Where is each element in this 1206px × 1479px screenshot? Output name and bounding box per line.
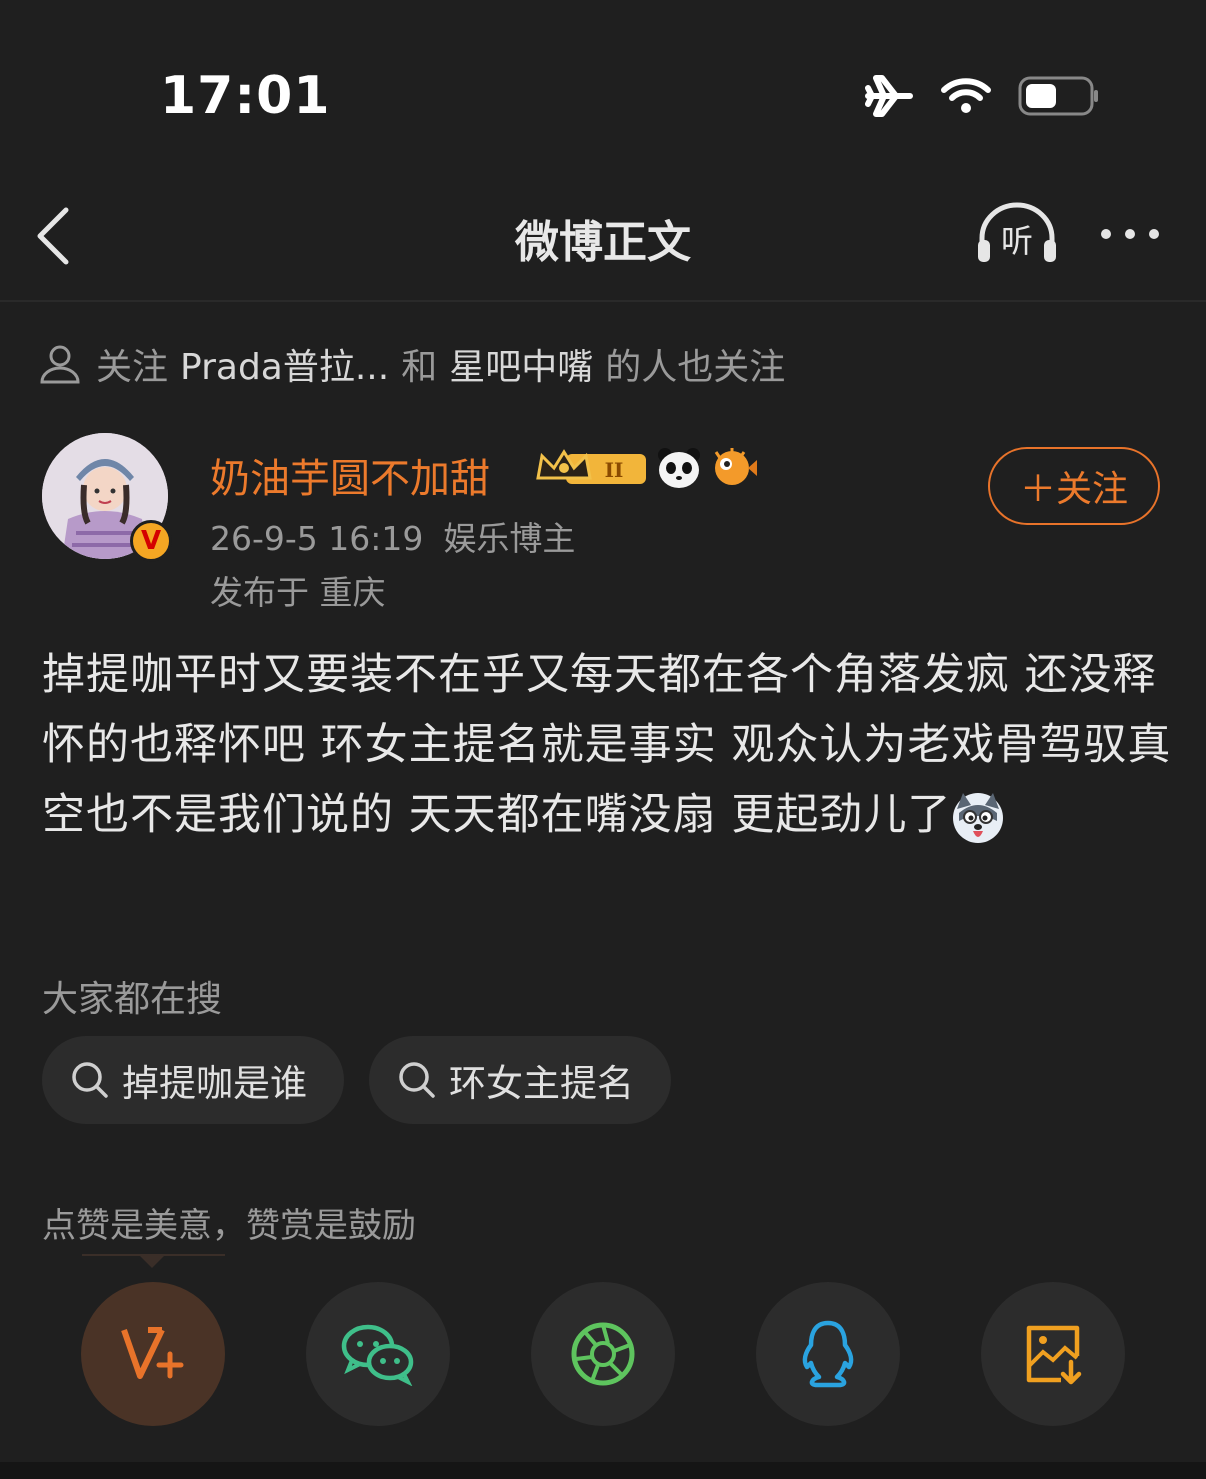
status-time: 17:01 — [160, 66, 331, 126]
save-image-button[interactable] — [981, 1282, 1125, 1426]
more-button[interactable] — [1092, 214, 1172, 254]
listen-label: 听 — [1001, 222, 1033, 260]
wifi-icon — [941, 78, 991, 113]
moments-aperture-icon — [571, 1322, 635, 1386]
post-meta: 26-9-5 16:19 娱乐博主 — [210, 512, 595, 560]
nav-divider — [0, 300, 1206, 302]
share-qq-button[interactable] — [756, 1282, 900, 1426]
qq-penguin-icon — [802, 1320, 854, 1388]
follow-hint-user1[interactable]: Prada普拉... — [180, 338, 389, 390]
follow-hint-suffix: 的人也关注 — [605, 347, 786, 388]
pufferfish-icon — [714, 448, 757, 485]
bottom-bar — [0, 1462, 1206, 1479]
crown-level-badge-icon: II — [536, 449, 646, 484]
search-chip-label: 环女主提名 — [449, 1062, 634, 1105]
author-role: 娱乐博主 — [443, 519, 576, 558]
follow-button[interactable]: ＋关注 — [988, 447, 1160, 525]
follow-hint-user2[interactable]: 星吧中嘴 — [449, 338, 593, 390]
search-chip-label: 掉提咖是谁 — [122, 1062, 307, 1105]
level-badge-text: II — [605, 458, 624, 482]
follow-hint-and: 和 — [401, 347, 438, 388]
search-chip[interactable]: 环女主提名 — [369, 1036, 671, 1124]
reward-text: 点赞是美意，赞赏是鼓励 — [42, 1206, 416, 1246]
airplane-icon — [865, 75, 913, 117]
share-wechat-button[interactable] — [306, 1282, 450, 1426]
listen-button[interactable]: 听 — [972, 200, 1062, 270]
verified-badge: V — [130, 520, 172, 562]
headphones-icon: 听 — [978, 202, 1056, 262]
post-date: 26-9-5 16:19 — [210, 519, 424, 558]
reward-v-plus-button[interactable] — [81, 1282, 225, 1426]
author-name[interactable]: 奶油芋圆不加甜 — [210, 446, 490, 504]
battery-icon — [1018, 76, 1098, 116]
save-image-icon — [1026, 1325, 1082, 1385]
follow-hint-prefix: 关注 — [96, 347, 169, 388]
wechat-icon — [341, 1324, 414, 1386]
person-icon — [40, 345, 80, 384]
post-location: 发布于 重庆 — [210, 573, 386, 612]
search-icon — [72, 1062, 108, 1098]
share-moments-button[interactable] — [531, 1282, 675, 1426]
follow-hint[interactable]: 关注 Prada普拉... 和 星吧中嘴 的人也关注 — [38, 338, 797, 390]
search-heading: 大家都在搜 — [42, 979, 223, 1020]
more-dots-icon — [1101, 229, 1159, 239]
status-icons — [864, 74, 1100, 118]
v-plus-icon — [121, 1327, 184, 1379]
husky-emoji-icon — [953, 792, 1004, 843]
panda-icon — [658, 448, 700, 488]
search-chip[interactable]: 掉提咖是谁 — [42, 1036, 344, 1124]
post-body: 掉提咖平时又要装不在乎又每天都在各个角落发疯 还没释怀的也释怀吧 环女主提名就是… — [42, 640, 1172, 850]
tooltip-caret — [140, 1256, 164, 1268]
search-icon — [399, 1062, 435, 1098]
author-badges: II — [536, 446, 758, 490]
